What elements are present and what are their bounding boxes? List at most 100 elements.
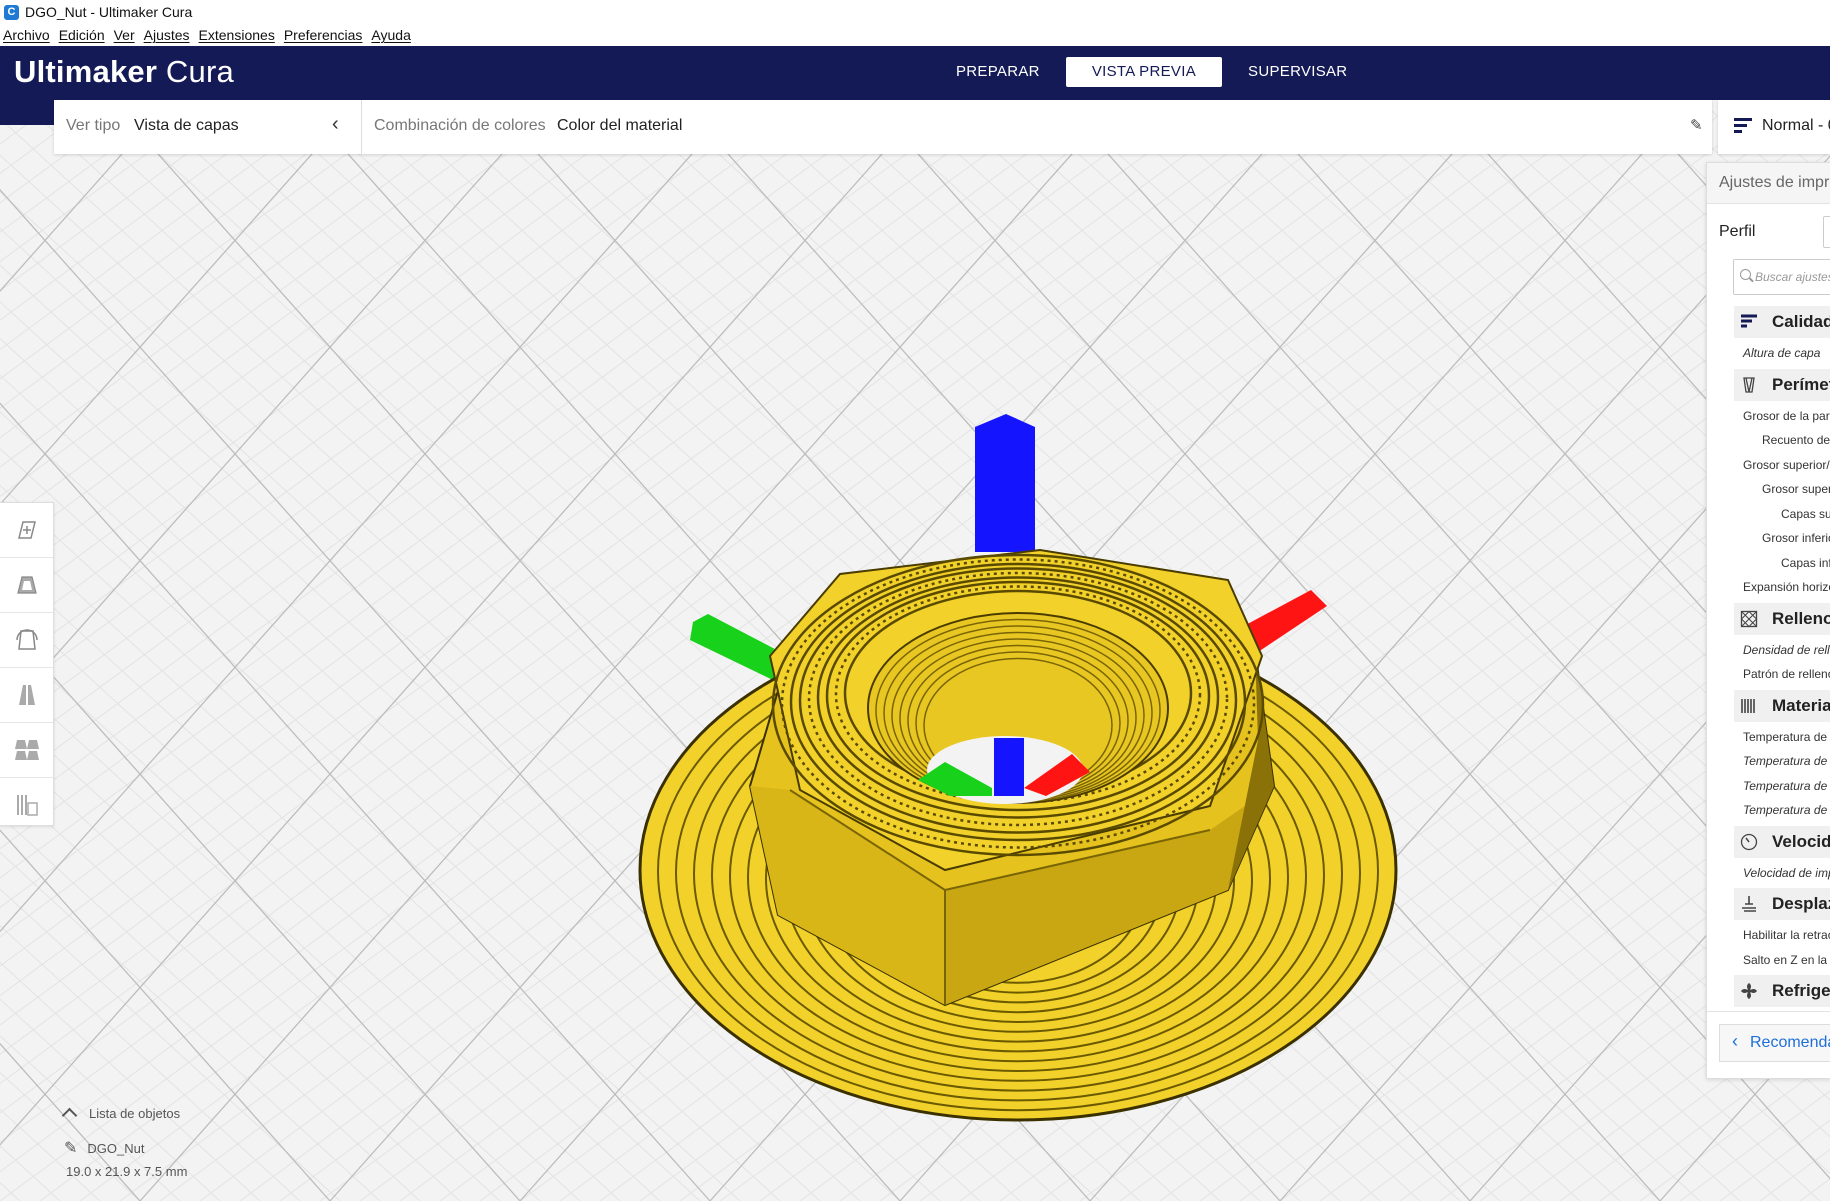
stage-preparar[interactable]: PREPARAR xyxy=(930,57,1066,87)
nut-model xyxy=(638,414,1398,1122)
view-type-dropdown[interactable]: Vista de capas xyxy=(134,117,239,135)
print-setup-value: Normal - 0 xyxy=(1762,117,1830,134)
menu-extensiones[interactable]: Extensiones xyxy=(199,27,275,43)
menu-ver[interactable]: Ver xyxy=(114,27,135,43)
setting-row[interactable]: Salto en Z en la retracción xyxy=(1707,948,1830,973)
menu-archivo[interactable]: Archivo xyxy=(3,27,50,43)
object-list-header: Lista de objetos xyxy=(89,1106,181,1121)
setting-row[interactable]: Altura de capa xyxy=(1707,341,1830,366)
material-icon xyxy=(1741,698,1755,713)
panel-title: Ajustes de impresión xyxy=(1719,174,1830,191)
window-title: DGO_Nut - Ultimaker Cura xyxy=(25,4,193,20)
brand-bold: Ultimaker xyxy=(14,54,158,89)
menu-ayuda[interactable]: Ayuda xyxy=(371,27,410,43)
view-type-label: Ver tipo xyxy=(66,117,121,134)
move-tool-button[interactable] xyxy=(0,503,53,558)
object-dimensions: 19.0 x 21.9 x 7.5 mm xyxy=(66,1164,188,1179)
rotate-tool-button[interactable] xyxy=(0,613,53,668)
menu-preferencias[interactable]: Preferencias xyxy=(284,27,363,43)
shell-icon xyxy=(1743,376,1755,393)
panel-footer: ‹ Recomendado xyxy=(1707,1011,1830,1078)
setting-row[interactable]: Temperatura de la placa de impresión xyxy=(1707,774,1830,799)
pencil-icon[interactable]: ✎ xyxy=(1690,116,1703,134)
setting-row[interactable]: Capas superiores xyxy=(1707,502,1830,527)
cura-app-icon: C xyxy=(4,4,19,20)
category-label: Relleno xyxy=(1772,608,1830,628)
category-label: Velocidad xyxy=(1772,831,1830,851)
brand-light: Cura xyxy=(165,54,234,89)
pencil-icon: ✎ xyxy=(64,1140,78,1157)
profile-dropdown[interactable] xyxy=(1823,216,1830,248)
print-settings-panel: Ajustes de impresión Perfil Buscar ajust… xyxy=(1706,162,1830,1079)
move-tool-icon xyxy=(17,521,36,539)
setting-row[interactable]: Grosor inferior xyxy=(1707,526,1830,551)
build-plate-scene[interactable] xyxy=(0,100,1830,1201)
setting-row[interactable]: Capas inferiores xyxy=(1707,551,1830,576)
menu-ajustes[interactable]: Ajustes xyxy=(144,27,190,43)
object-list-item[interactable]: ✎ DGO_Nut xyxy=(64,1138,144,1158)
cooling-icon xyxy=(1741,983,1757,999)
stage-menu: PREPARAR VISTA PREVIA SUPERVISAR xyxy=(930,57,1373,87)
search-placeholder: Buscar ajustes xyxy=(1755,270,1830,284)
setting-row[interactable]: Temperatura de impresión xyxy=(1707,725,1830,750)
settings-category-velocidad[interactable]: Velocidad xyxy=(1734,825,1830,858)
setting-row[interactable]: Grosor superior/inferior xyxy=(1707,453,1830,478)
category-label: Desplazamiento xyxy=(1772,894,1830,913)
stage-vista-previa[interactable]: VISTA PREVIA xyxy=(1065,57,1223,87)
settings-category-desplazamiento[interactable]: Desplazamiento xyxy=(1734,888,1830,920)
travel-icon xyxy=(1742,896,1756,912)
category-label: Material xyxy=(1772,695,1830,715)
recommended-button[interactable]: ‹ Recomendado xyxy=(1719,1024,1830,1062)
setting-row[interactable]: Densidad de relleno xyxy=(1707,638,1830,663)
recommended-label: Recomendado xyxy=(1750,1034,1830,1051)
category-label: Calidad xyxy=(1772,312,1830,331)
per-model-settings-icon xyxy=(14,740,39,760)
setting-row[interactable]: Temperatura de impresión de la capa inic… xyxy=(1707,749,1830,774)
setting-row[interactable]: Recuento de líneas de pared xyxy=(1707,428,1830,453)
quality-icon xyxy=(1734,118,1752,134)
stage-supervisar[interactable]: SUPERVISAR xyxy=(1222,57,1373,87)
divider xyxy=(361,100,362,154)
object-list-toggle[interactable]: Lista de objetos xyxy=(61,1106,181,1124)
setting-row[interactable]: Patrón de relleno xyxy=(1707,662,1830,687)
color-scheme-dropdown[interactable]: Color del material xyxy=(557,117,682,135)
chevron-left-icon: ‹ xyxy=(1732,1031,1738,1051)
setting-row[interactable]: Expansión horizontal xyxy=(1707,575,1830,600)
category-label: Perímetro xyxy=(1772,374,1830,394)
rotate-tool-icon xyxy=(15,629,38,650)
per-model-settings-button[interactable] xyxy=(0,723,53,778)
settings-category-refrigeración[interactable]: Refrigeración xyxy=(1734,975,1830,1007)
settings-category-relleno[interactable]: Relleno xyxy=(1734,602,1830,635)
support-blocker-button[interactable] xyxy=(0,778,53,832)
scale-tool-button[interactable] xyxy=(0,558,53,613)
settings-category-perímetro[interactable]: Perímetro xyxy=(1734,368,1830,401)
settings-category-calidad[interactable]: Calidad xyxy=(1734,306,1830,338)
scale-tool-icon xyxy=(16,576,37,594)
settings-search-input[interactable]: Buscar ajustes xyxy=(1733,259,1830,295)
setting-row[interactable]: Velocidad de impresión xyxy=(1707,861,1830,886)
setting-row[interactable]: Grosor de la pared xyxy=(1707,404,1830,429)
setting-row[interactable]: Habilitar la retracción xyxy=(1707,923,1830,948)
panel-header: Ajustes de impresión xyxy=(1707,163,1830,204)
3d-viewport[interactable] xyxy=(0,100,1830,1201)
settings-list: Calidad Altura de capa Perímetro Grosor de … xyxy=(1707,303,1830,1010)
menu-edicion[interactable]: Edición xyxy=(59,27,105,43)
header-corner xyxy=(0,100,54,125)
print-setup-selector[interactable]: Normal - 0 xyxy=(1718,100,1830,154)
chevron-left-icon[interactable]: ‹ xyxy=(332,113,339,136)
category-label: Refrigeración xyxy=(1772,981,1830,1000)
view-options-bar: Ver tipo Vista de capas ‹ Combinación de… xyxy=(54,100,1712,154)
menu-bar: Archivo Edición Ver Ajustes Extensiones … xyxy=(0,24,1830,46)
app-header: Ultimaker Cura PREPARAR VISTA PREVIA SUP… xyxy=(0,46,1830,100)
settings-category-material[interactable]: Material xyxy=(1734,689,1830,722)
tool-sidebar xyxy=(0,502,54,826)
chevron-up-icon xyxy=(61,1107,78,1124)
infill-icon xyxy=(1740,610,1758,627)
search-icon xyxy=(1740,269,1751,280)
setting-row[interactable]: Grosor superior xyxy=(1707,477,1830,502)
ultimaker-cura-logo: Ultimaker Cura xyxy=(14,54,234,90)
setting-row[interactable]: Temperatura de la placa de impresión en … xyxy=(1707,798,1830,823)
support-blocker-icon xyxy=(16,795,38,816)
mirror-tool-button[interactable] xyxy=(0,668,53,723)
mirror-tool-icon xyxy=(18,685,35,705)
